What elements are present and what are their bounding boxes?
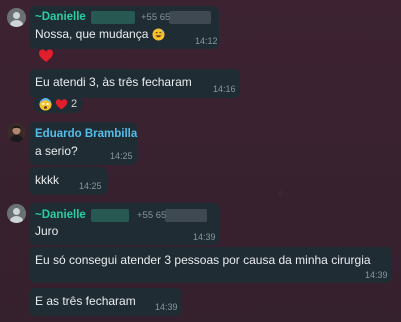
- sender-name[interactable]: ~Danielle: [35, 11, 86, 23]
- message-text: Juro: [35, 224, 59, 238]
- redacted-name: [91, 209, 129, 222]
- message-time: 14:25: [110, 151, 133, 161]
- message-time: 14:25: [79, 181, 102, 191]
- message-time: 14:39: [193, 232, 216, 242]
- sender-name[interactable]: Eduardo Brambilla: [35, 128, 137, 140]
- grinning-sweat-emoji-icon: [152, 28, 165, 41]
- message-text: kkkk: [35, 173, 59, 187]
- redacted-name: [91, 11, 135, 24]
- shocked-face-icon: [39, 97, 52, 111]
- message-bubble[interactable]: E as três fecharam 14:39: [29, 288, 182, 316]
- message-bubble[interactable]: ~Danielle +55 65 Juro 14:39: [29, 203, 219, 245]
- avatar-danielle[interactable]: [7, 204, 26, 223]
- message-time: 14:12: [195, 36, 218, 46]
- message-bubble[interactable]: Eduardo Brambilla a serio? 14:25: [29, 122, 137, 165]
- message-text: E as três fecharam: [35, 294, 136, 308]
- message-bubble[interactable]: ~Danielle +55 65 Nossa, que mudança 14:1…: [29, 6, 219, 49]
- message-text: Nossa, que mudança: [35, 27, 165, 41]
- reaction-badge[interactable]: [38, 48, 54, 64]
- message-bubble[interactable]: kkkk 14:25: [29, 167, 107, 195]
- message-text: Eu só consegui atender 3 pessoas por cau…: [35, 253, 371, 267]
- message-time: 14:16: [213, 84, 236, 94]
- sender-name[interactable]: ~Danielle: [35, 209, 86, 221]
- reaction-badge[interactable]: 2: [33, 95, 84, 113]
- message-text: a serio?: [35, 144, 78, 158]
- default-avatar-icon: [7, 8, 26, 27]
- redacted-phone: [165, 209, 207, 222]
- default-avatar-icon: [7, 204, 26, 223]
- redacted-phone: [169, 11, 211, 24]
- message-text-content: Nossa, que mudança: [35, 27, 149, 41]
- message-text: Eu atendi 3, às três fecharam: [35, 75, 192, 89]
- avatar-danielle[interactable]: [7, 8, 26, 27]
- sender-phone: +55 65: [141, 12, 171, 23]
- profile-photo-icon: [7, 123, 26, 142]
- message-time: 14:39: [155, 302, 178, 312]
- red-heart-icon: [39, 49, 53, 62]
- reaction-count: 2: [71, 98, 78, 110]
- sender-phone: +55 65: [137, 210, 167, 221]
- message-time: 14:39: [365, 270, 388, 280]
- red-heart-icon: [55, 98, 68, 109]
- message-bubble[interactable]: Eu atendi 3, às três fecharam 14:16: [29, 69, 240, 98]
- message-bubble[interactable]: Eu só consegui atender 3 pessoas por cau…: [29, 247, 392, 283]
- avatar-eduardo[interactable]: [7, 123, 26, 142]
